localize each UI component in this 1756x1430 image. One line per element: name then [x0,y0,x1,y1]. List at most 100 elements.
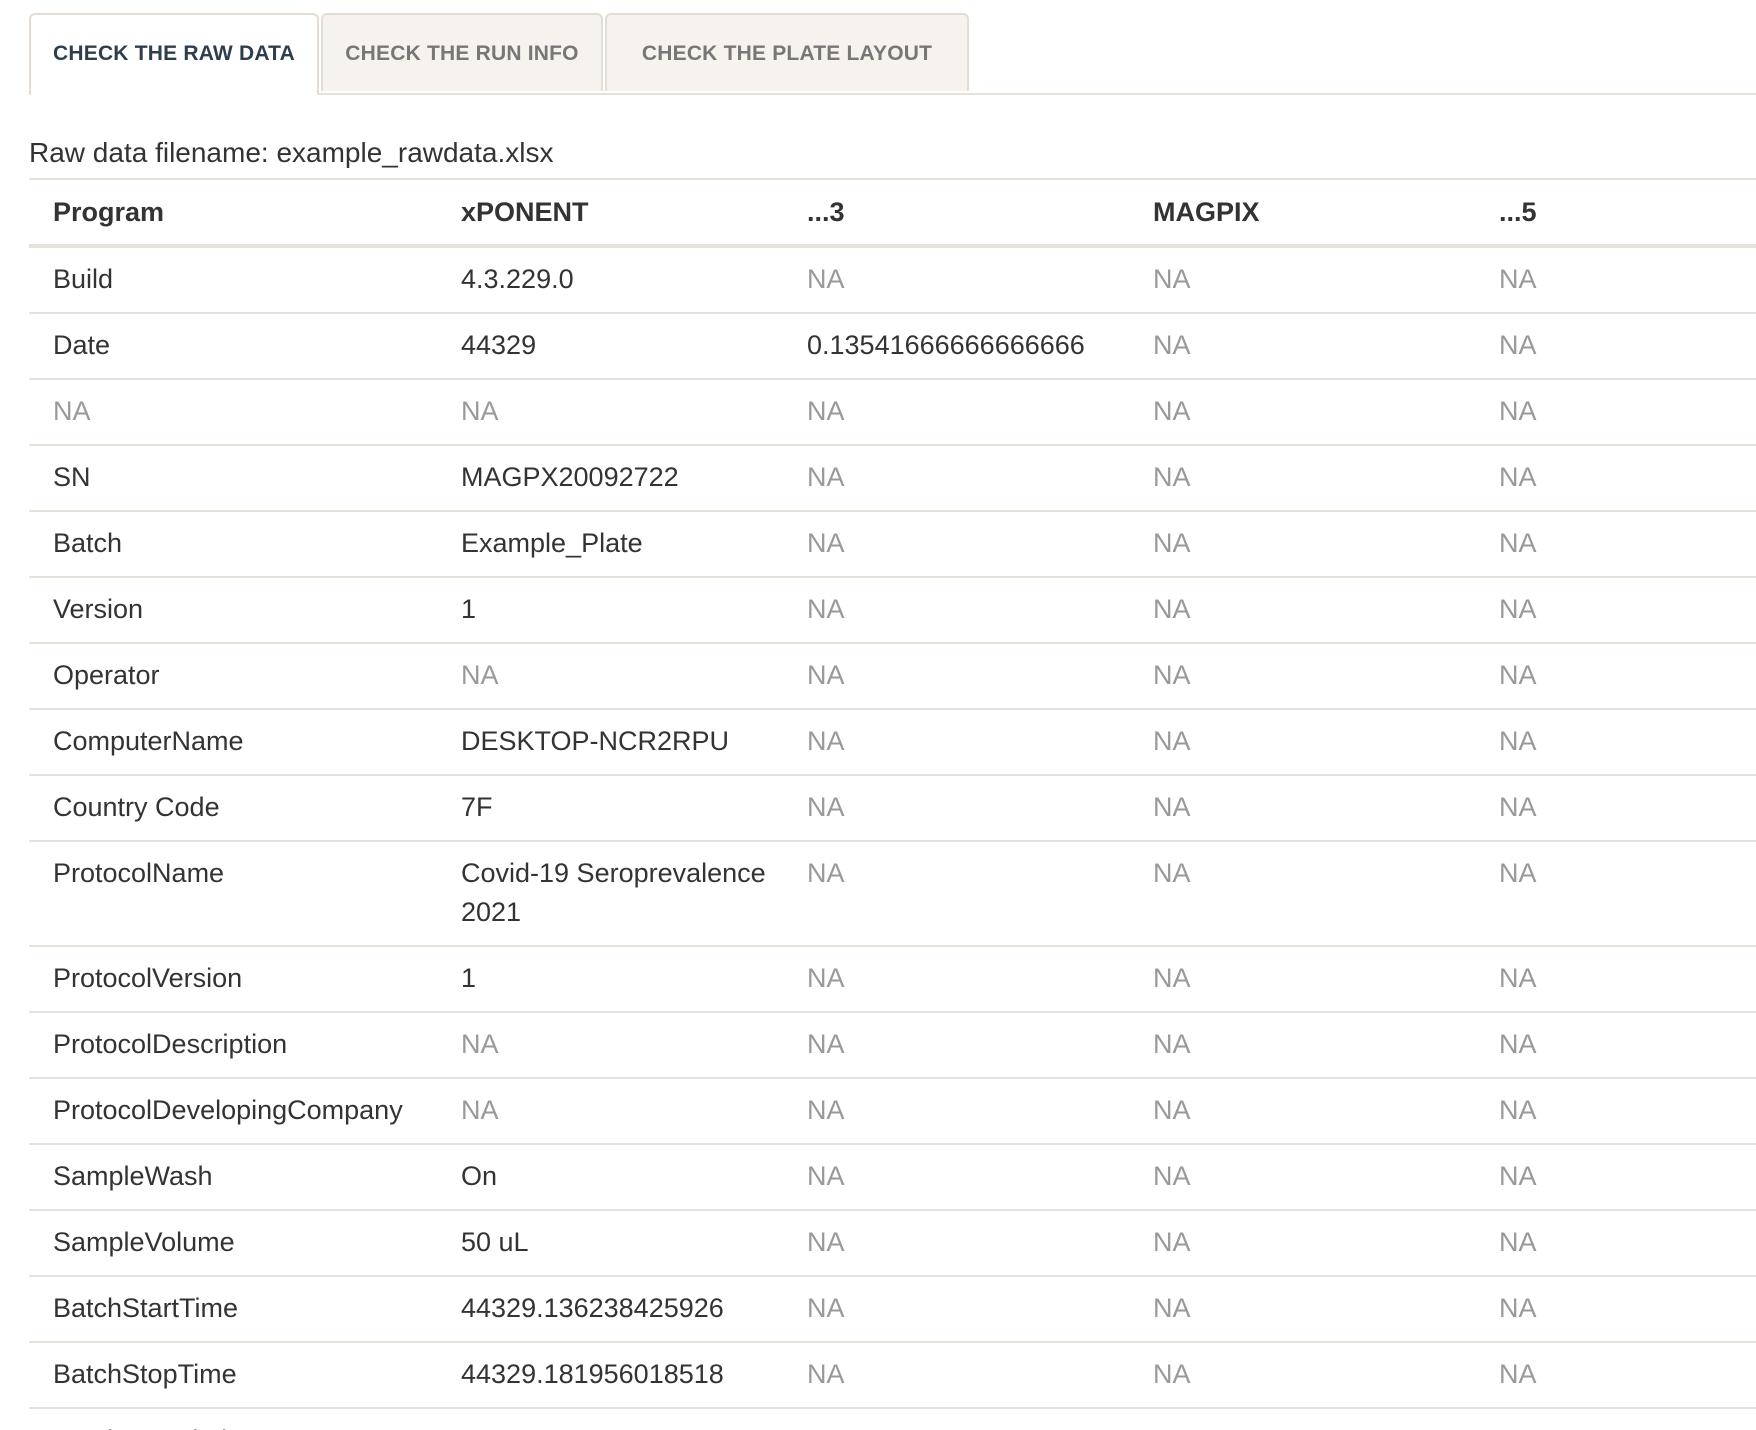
table-cell: NA [1129,511,1475,578]
table-cell: Version [29,577,437,644]
table-cell: NA [783,946,1129,1013]
raw-data-filename: Raw data filename: example_rawdata.xlsx [29,137,554,168]
table-cell: NA [1129,577,1475,644]
table-cell: NA [1475,841,1756,947]
column-header[interactable]: MAGPIX [1129,178,1475,248]
table-row: SampleWash On NA NA NA [29,1144,1756,1211]
table-cell: NA [1129,246,1475,314]
table-cell: NA [1475,775,1756,842]
table-cell: NA [29,379,437,446]
table-cell: NA [783,1210,1129,1277]
page: CHECK THE RAW DATA CHECK THE RUN INFO CH… [0,0,1756,1430]
table-cell: NA [1129,775,1475,842]
tab-check-raw-data[interactable]: CHECK THE RAW DATA [29,13,319,95]
table-cell: 44329 [437,313,783,380]
table-cell: NA [1129,1012,1475,1079]
table-cell: NA [1129,1210,1475,1277]
table-row: ProtocolVersion 1 NA NA NA [29,946,1756,1013]
table-cell: NA [783,1342,1129,1409]
table-cell: <None> [437,1408,783,1430]
table-header-row: Program xPONENT ...3 MAGPIX ...5 [29,178,1756,248]
table-cell: NA [1129,313,1475,380]
table-cell: Build [29,246,437,314]
table-cell: Example_Plate [437,511,783,578]
table-cell: ProtocolDescription [29,1012,437,1079]
table-row: ProtocolDevelopingCompany NA NA NA NA [29,1078,1756,1145]
table-cell: NA [1129,1342,1475,1409]
table-cell: On [437,1144,783,1211]
table-cell: NA [1475,1408,1756,1430]
tab-check-run-info[interactable]: CHECK THE RUN INFO [321,13,603,91]
table-cell: NA [783,511,1129,578]
table-cell: NA [437,379,783,446]
table-cell: NA [1129,1276,1475,1343]
table-cell: NA [1129,946,1475,1013]
table-cell: Date [29,313,437,380]
table-cell: NA [1129,1408,1475,1430]
table-cell: NA [1129,709,1475,776]
table-row: BatchStopTime 44329.181956018518 NA NA NA [29,1342,1756,1409]
table-cell: NA [783,246,1129,314]
table-cell: NA [1475,445,1756,512]
table-cell: NA [1475,709,1756,776]
table-cell: 1 [437,577,783,644]
tab-bar: CHECK THE RAW DATA CHECK THE RUN INFO CH… [29,13,1756,95]
column-header[interactable]: ...5 [1475,178,1756,248]
table-row: ProtocolName Covid-19 Seroprevalence 2021… [29,841,1756,947]
table-cell: NA [783,577,1129,644]
table-cell: MAGPX20092722 [437,445,783,512]
table-cell: NA [1475,1342,1756,1409]
table-row: BatchStartTime 44329.136238425926 NA NA NA [29,1276,1756,1343]
table-cell: ComputerName [29,709,437,776]
table-row: Date 44329 0.13541666666666666 NA NA [29,313,1756,380]
column-header[interactable]: Program [29,178,437,248]
table-cell: NA [783,1012,1129,1079]
table-cell: NA [1129,841,1475,947]
column-header[interactable]: ...3 [783,178,1129,248]
table-row: Operator NA NA NA NA [29,643,1756,710]
table-cell: NA [1475,1276,1756,1343]
table-cell: BatchDescription [29,1408,437,1430]
table-row: Build 4.3.229.0 NA NA NA [29,246,1756,314]
table-cell: 7F [437,775,783,842]
table-cell: NA [1475,511,1756,578]
table-cell: 1 [437,946,783,1013]
table-row: ComputerName DESKTOP-NCR2RPU NA NA NA [29,709,1756,776]
raw-data-table-container: Program xPONENT ...3 MAGPIX ...5 Build 4.… [29,178,1756,1430]
table-cell: 44329.136238425926 [437,1276,783,1343]
tab-check-plate-layout[interactable]: CHECK THE PLATE LAYOUT [605,13,969,91]
table-cell: NA [1129,1144,1475,1211]
table-cell: ProtocolDevelopingCompany [29,1078,437,1145]
table-cell: 0.13541666666666666 [783,313,1129,380]
table-cell: NA [783,379,1129,446]
table-cell: NA [783,1276,1129,1343]
table-row: Version 1 NA NA NA [29,577,1756,644]
table-cell: NA [1129,379,1475,446]
table-cell: NA [783,1078,1129,1145]
table-cell: BatchStopTime [29,1342,437,1409]
table-row: Country Code 7F NA NA NA [29,775,1756,842]
table-cell: SampleVolume [29,1210,437,1277]
table-row: ProtocolDescription NA NA NA NA [29,1012,1756,1079]
table-cell: NA [783,775,1129,842]
table-row: Batch Example_Plate NA NA NA [29,511,1756,578]
table-cell: NA [1475,1144,1756,1211]
table-row: NA NA NA NA NA [29,379,1756,446]
table-cell: NA [1475,577,1756,644]
table-cell: NA [1129,1078,1475,1145]
table-cell: NA [1475,379,1756,446]
table-row: SampleVolume 50 uL NA NA NA [29,1210,1756,1277]
table-cell: DESKTOP-NCR2RPU [437,709,783,776]
table-cell: Batch [29,511,437,578]
table-cell: SampleWash [29,1144,437,1211]
column-header[interactable]: xPONENT [437,178,783,248]
table-cell: Country Code [29,775,437,842]
table-cell: NA [437,1012,783,1079]
table-cell: NA [1475,246,1756,314]
table-cell: Operator [29,643,437,710]
table-cell: NA [1475,313,1756,380]
table-cell: NA [783,841,1129,947]
table-cell: ProtocolVersion [29,946,437,1013]
table-cell: NA [1475,1078,1756,1145]
table-row: SN MAGPX20092722 NA NA NA [29,445,1756,512]
